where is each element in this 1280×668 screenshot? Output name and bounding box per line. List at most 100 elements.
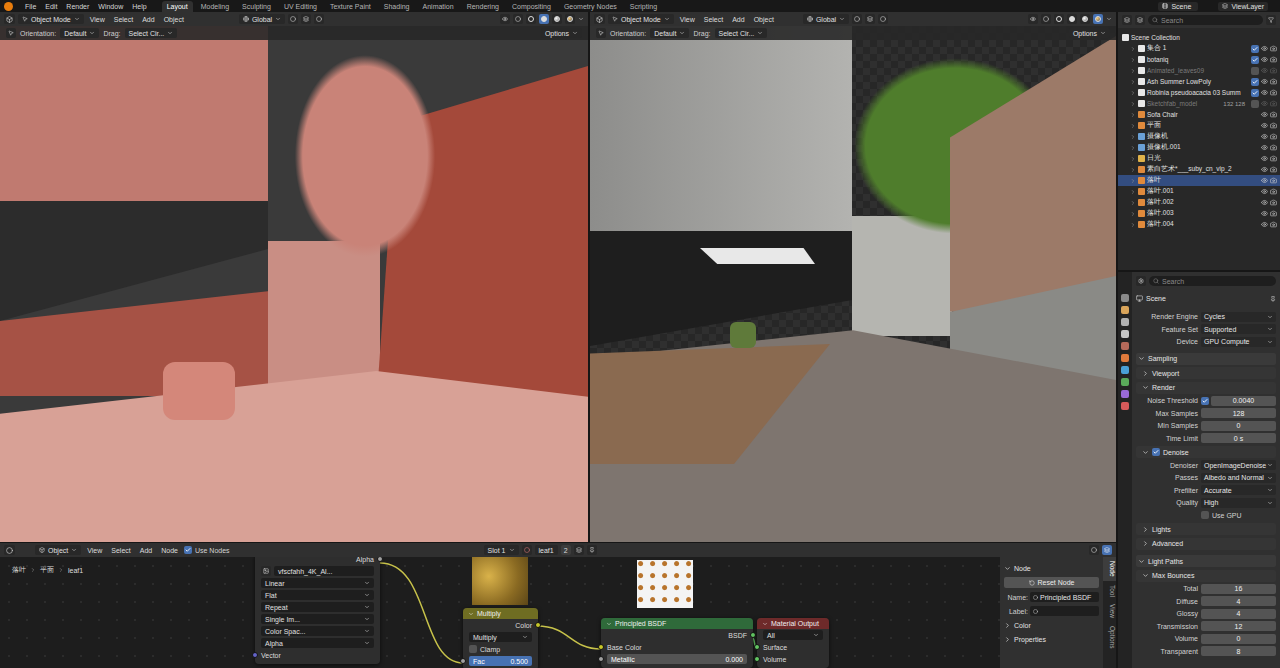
expand-icon[interactable] — [1138, 355, 1145, 362]
orientation-dropdown[interactable]: Default — [60, 28, 99, 38]
orientation-dropdown[interactable]: Default — [650, 28, 689, 38]
image-name-field[interactable]: vfscfahh_4K_Al... — [274, 566, 374, 576]
visibility-button[interactable] — [1028, 14, 1038, 24]
expand-icon[interactable] — [1004, 565, 1011, 572]
property-dropdown[interactable]: High — [1201, 498, 1276, 508]
shading-button[interactable] — [552, 14, 562, 24]
properties-tab-icon[interactable] — [1121, 390, 1129, 398]
shading-button[interactable] — [526, 14, 536, 24]
editor-type-button[interactable] — [4, 545, 15, 555]
socket[interactable] — [754, 656, 760, 662]
properties-tab-icon[interactable] — [1121, 354, 1129, 362]
main-menu-item[interactable]: Render — [63, 1, 92, 12]
checkbox[interactable] — [1251, 56, 1259, 64]
outliner-item[interactable]: 落叶.004 — [1118, 219, 1280, 230]
node-menu[interactable]: Node — [158, 547, 181, 554]
expand-icon[interactable] — [1004, 636, 1011, 643]
display-mode-button[interactable] — [1135, 15, 1145, 25]
eye-icon[interactable] — [1261, 111, 1268, 118]
camera-icon[interactable] — [1270, 78, 1277, 85]
main-menu-item[interactable]: Edit — [42, 1, 60, 12]
subpanel-header[interactable]: Max Bounces — [1136, 570, 1276, 582]
number-field[interactable]: 16 — [1201, 584, 1276, 594]
shading-button[interactable] — [1080, 14, 1090, 24]
outliner-item[interactable]: 落叶.003 — [1118, 208, 1280, 219]
expand-icon[interactable] — [1130, 79, 1136, 85]
label-field[interactable] — [1030, 606, 1099, 616]
camera-icon[interactable] — [1270, 188, 1277, 195]
subpanel-header[interactable]: Advanced — [1136, 538, 1276, 550]
main-menu-item[interactable]: Help — [129, 1, 149, 12]
shader-editor[interactable]: ObjectViewSelectAddNodeUse NodesSlot 1le… — [0, 543, 1116, 668]
shading-button[interactable] — [1093, 14, 1103, 24]
camera-icon[interactable] — [1270, 210, 1277, 217]
workspace-tab[interactable]: Scripting — [625, 1, 662, 12]
properties-tab-icon[interactable] — [1121, 294, 1129, 302]
property-dropdown[interactable]: Cycles — [1201, 312, 1276, 322]
shading-button[interactable] — [1054, 14, 1064, 24]
property-dropdown[interactable]: Supported — [1201, 324, 1276, 334]
socket[interactable] — [754, 644, 760, 650]
workspace-tab[interactable]: Texture Paint — [325, 1, 376, 12]
collapse-icon[interactable] — [606, 621, 612, 627]
number-field[interactable]: 0 — [1201, 421, 1276, 431]
main-menu-item[interactable]: Window — [95, 1, 126, 12]
fac-field[interactable]: Fac0.500 — [469, 656, 532, 666]
mode-dropdown[interactable]: Object Mode — [18, 14, 84, 24]
socket[interactable] — [598, 656, 604, 662]
editor-type-button[interactable] — [4, 14, 15, 24]
node-dropdown[interactable]: Flat — [261, 590, 374, 600]
viewport-menu[interactable]: Select — [111, 16, 136, 23]
subpanel-header[interactable]: Denoise — [1136, 446, 1276, 458]
eye-icon[interactable] — [1261, 89, 1268, 96]
outliner-item[interactable]: 摄像机.001 — [1118, 142, 1280, 153]
sidebar-tab[interactable]: View — [1103, 600, 1116, 622]
camera-icon[interactable] — [1270, 177, 1277, 184]
number-field[interactable]: 0 s — [1201, 433, 1276, 443]
checkbox[interactable] — [1251, 89, 1259, 97]
visibility-button[interactable] — [500, 14, 510, 24]
expand-icon[interactable] — [1142, 526, 1149, 533]
reset-node-button[interactable]: Reset Node — [1004, 577, 1099, 588]
outliner-item[interactable]: Ash Summer LowPoly — [1118, 76, 1280, 87]
shader-type-dropdown[interactable]: Object — [35, 545, 81, 555]
transform-orientation-dropdown[interactable]: Global — [803, 14, 849, 24]
properties-tab-icon[interactable] — [1121, 378, 1129, 386]
eye-icon[interactable] — [1261, 67, 1268, 74]
shading-button[interactable] — [565, 14, 575, 24]
expand-icon[interactable] — [1142, 384, 1149, 391]
view-layer-selector[interactable]: ViewLayer — [1218, 2, 1268, 11]
editor-type-button[interactable] — [1122, 15, 1132, 25]
panel-header[interactable]: Node — [1004, 563, 1099, 573]
fake-user-button[interactable] — [574, 545, 584, 555]
checkbox[interactable] — [1201, 397, 1209, 405]
mode-dropdown[interactable]: Object Mode — [608, 14, 674, 24]
viewport-menu[interactable]: View — [87, 16, 108, 23]
material-output-node[interactable]: Material OutputAllSurfaceVolume — [757, 618, 829, 668]
metallic-field[interactable]: Metallic0.000 — [607, 654, 747, 664]
node-dropdown[interactable]: Alpha — [261, 638, 374, 648]
material-browse-button[interactable] — [522, 545, 532, 555]
outliner-item[interactable]: 落叶.001 — [1118, 186, 1280, 197]
outliner-item[interactable]: Sofa Chair — [1118, 109, 1280, 120]
viewport-menu[interactable]: Add — [729, 16, 747, 23]
workspace-tab[interactable]: Animation — [418, 1, 459, 12]
workspace-tab[interactable]: Geometry Nodes — [559, 1, 622, 12]
outliner-item[interactable]: 集合 1 — [1118, 43, 1280, 54]
blend-mode-dropdown[interactable]: Multiply — [469, 632, 532, 642]
pin-button[interactable] — [587, 545, 597, 555]
pin-icon[interactable] — [1270, 296, 1276, 302]
editor-type-button[interactable] — [594, 14, 605, 24]
outliner-item[interactable]: 落叶.002 — [1118, 197, 1280, 208]
camera-icon[interactable] — [1270, 221, 1277, 228]
expand-icon[interactable] — [1130, 189, 1136, 195]
transform-orientation-dropdown[interactable]: Global — [239, 14, 285, 24]
node-dropdown[interactable]: Linear — [261, 578, 374, 588]
sidebar-tab[interactable]: Node — [1103, 557, 1116, 581]
checkbox[interactable] — [1251, 45, 1259, 53]
subpanel-header[interactable]: Lights — [1136, 523, 1276, 535]
shading-button[interactable] — [539, 14, 549, 24]
target-dropdown[interactable]: All — [763, 630, 823, 640]
outliner-item[interactable]: 平面 — [1118, 120, 1280, 131]
node-title[interactable]: Multiply — [463, 608, 538, 619]
